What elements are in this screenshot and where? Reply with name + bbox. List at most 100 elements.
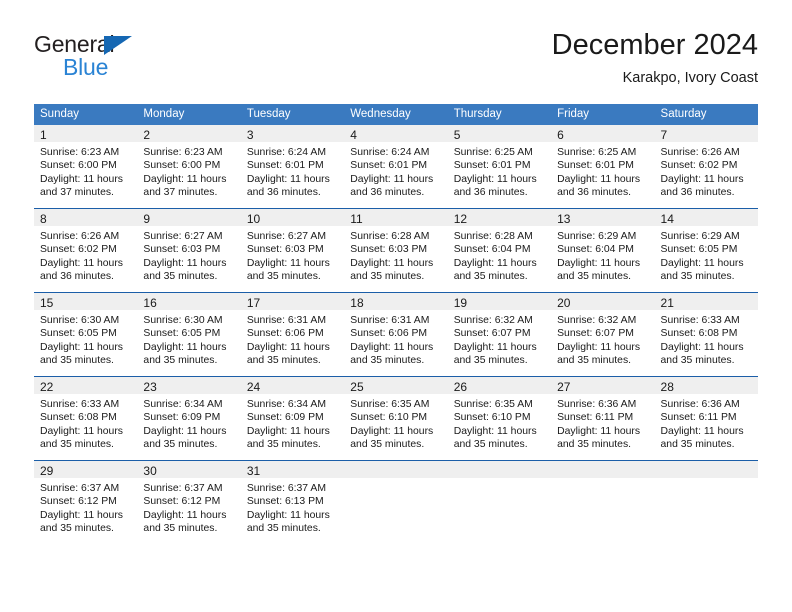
calendar-day-cell[interactable]: 6 Sunrise: 6:25 AM Sunset: 6:01 PM Daylight… — [551, 125, 655, 209]
day-cell-inner: 13 Sunrise: 6:29 AM Sunset: 6:04 PM Dayligh… — [551, 209, 655, 292]
day-detail-lines: Sunrise: 6:23 AM Sunset: 6:00 PM Daylight:… — [137, 142, 240, 200]
calendar-day-cell[interactable]: 7 Sunrise: 6:26 AM Sunset: 6:02 PM Daylight… — [654, 125, 758, 209]
day-number-band: 2 — [137, 125, 241, 142]
calendar-day-cell[interactable]: 9 Sunrise: 6:27 AM Sunset: 6:03 PM Daylight… — [137, 208, 241, 293]
calendar-day-cell[interactable]: 26 Sunrise: 6:35 AM Sunset: 6:10 PM Dayligh… — [447, 376, 552, 461]
sunset-line: Sunset: 6:01 PM — [453, 160, 531, 172]
calendar-day-cell[interactable]: 1 Sunrise: 6:23 AM Sunset: 6:00 PM Daylight… — [34, 125, 138, 209]
title-block: December 2024 Karakpo, Ivory Coast — [552, 28, 758, 88]
calendar-day-cell[interactable]: 12 Sunrise: 6:28 AM Sunset: 6:04 PM Dayligh… — [447, 208, 552, 293]
daylight-line-cont: and 35 minutes. — [143, 439, 218, 451]
sunrise-line: Sunrise: 6:34 AM — [143, 399, 223, 410]
day-number-band: 21 — [654, 293, 758, 310]
sunrise-line: Sunrise: 6:36 AM — [557, 399, 637, 410]
calendar-day-cell[interactable]: 20 Sunrise: 6:32 AM Sunset: 6:07 PM Dayligh… — [551, 292, 655, 377]
calendar-day-cell[interactable]: 16 Sunrise: 6:30 AM Sunset: 6:05 PM Dayligh… — [137, 292, 241, 377]
brand-logo[interactable]: General Blue — [34, 31, 234, 87]
day-number: 13 — [557, 212, 571, 226]
day-number-band: 16 — [137, 293, 241, 310]
calendar-day-cell[interactable]: 8 Sunrise: 6:26 AM Sunset: 6:02 PM Daylight… — [34, 208, 138, 293]
day-number-band: 22 — [34, 377, 138, 394]
day-number: 14 — [660, 212, 674, 226]
sunset-line: Sunset: 6:07 PM — [453, 328, 531, 340]
daylight-line: Daylight: 11 hours — [246, 173, 330, 185]
daylight-line: Daylight: 11 hours — [453, 173, 537, 185]
calendar-day-cell[interactable]: 25 Sunrise: 6:35 AM Sunset: 6:10 PM Dayligh… — [344, 376, 448, 461]
calendar-day-cell[interactable]: 28 Sunrise: 6:36 AM Sunset: 6:11 PM Dayligh… — [654, 376, 758, 461]
sunset-line: Sunset: 6:10 PM — [350, 412, 428, 424]
sunrise-line: Sunrise: 6:32 AM — [453, 315, 533, 326]
day-detail-lines — [551, 478, 654, 482]
calendar-day-cell[interactable]: 23 Sunrise: 6:34 AM Sunset: 6:09 PM Dayligh… — [137, 376, 241, 461]
daylight-line-cont: and 35 minutes. — [246, 355, 321, 367]
calendar-day-cell[interactable]: 18 Sunrise: 6:31 AM Sunset: 6:06 PM Dayligh… — [344, 292, 448, 377]
daylight-line: Daylight: 11 hours — [143, 173, 227, 185]
calendar-day-cell[interactable]: 15 Sunrise: 6:30 AM Sunset: 6:05 PM Dayligh… — [34, 292, 138, 377]
daylight-line-cont: and 35 minutes. — [246, 523, 321, 535]
day-cell-inner: 14 Sunrise: 6:29 AM Sunset: 6:05 PM Dayligh… — [654, 209, 758, 292]
day-cell-inner: 24 Sunrise: 6:34 AM Sunset: 6:09 PM Dayligh… — [240, 377, 345, 460]
calendar-day-cell[interactable]: 2 Sunrise: 6:23 AM Sunset: 6:00 PM Daylight… — [137, 125, 241, 209]
day-number: 17 — [246, 296, 261, 310]
day-number-band: 11 — [344, 209, 448, 226]
sunrise-line: Sunrise: 6:29 AM — [660, 231, 740, 242]
day-number-band: 4 — [344, 125, 448, 142]
page-header: General Blue December 2024 Karakpo, Ivor… — [0, 0, 792, 98]
calendar-week-row: 8 Sunrise: 6:26 AM Sunset: 6:02 PM Daylight… — [34, 208, 758, 293]
daylight-line-cont: and 35 minutes. — [557, 439, 632, 451]
daylight-line-cont: and 35 minutes. — [143, 271, 218, 283]
day-number: 24 — [246, 380, 261, 394]
day-number-band: 20 — [551, 293, 655, 310]
calendar-day-cell[interactable]: 11 Sunrise: 6:28 AM Sunset: 6:03 PM Dayligh… — [344, 208, 448, 293]
day-number-band: 26 — [447, 377, 552, 394]
calendar-day-cell[interactable]: 17 Sunrise: 6:31 AM Sunset: 6:06 PM Dayligh… — [240, 292, 345, 377]
day-detail-lines: Sunrise: 6:37 AM Sunset: 6:12 PM Daylight:… — [137, 478, 240, 536]
calendar-day-cell[interactable]: 31 Sunrise: 6:37 AM Sunset: 6:13 PM Dayligh… — [240, 460, 345, 544]
daylight-line-cont: and 35 minutes. — [453, 355, 528, 367]
calendar-day-cell[interactable]: 29 Sunrise: 6:37 AM Sunset: 6:12 PM Dayligh… — [34, 460, 138, 544]
day-cell-inner: 25 Sunrise: 6:35 AM Sunset: 6:10 PM Dayligh… — [344, 377, 448, 460]
calendar-day-cell[interactable]: 13 Sunrise: 6:29 AM Sunset: 6:04 PM Dayligh… — [551, 208, 655, 293]
sunrise-line: Sunrise: 6:33 AM — [660, 315, 740, 326]
day-cell-inner: 4 Sunrise: 6:24 AM Sunset: 6:01 PM Daylight… — [344, 125, 448, 208]
day-cell-inner: 22 Sunrise: 6:33 AM Sunset: 6:08 PM Dayligh… — [34, 377, 138, 460]
sunset-line: Sunset: 6:04 PM — [453, 244, 531, 256]
daylight-line: Daylight: 11 hours — [453, 425, 537, 437]
daylight-line: Daylight: 11 hours — [660, 257, 744, 269]
sunset-line: Sunset: 6:12 PM — [143, 496, 221, 508]
daylight-line-cont: and 35 minutes. — [453, 271, 528, 283]
day-number-band: 18 — [344, 293, 448, 310]
day-cell-inner: 28 Sunrise: 6:36 AM Sunset: 6:11 PM Dayligh… — [654, 377, 758, 460]
calendar-day-cell[interactable]: 21 Sunrise: 6:33 AM Sunset: 6:08 PM Dayligh… — [654, 292, 758, 377]
daylight-line-cont: and 35 minutes. — [660, 439, 735, 451]
page-subtitle: Karakpo, Ivory Coast — [622, 70, 758, 86]
calendar-day-cell[interactable]: 22 Sunrise: 6:33 AM Sunset: 6:08 PM Dayligh… — [34, 376, 138, 461]
sunset-line: Sunset: 6:04 PM — [557, 244, 634, 256]
calendar-day-cell[interactable]: 24 Sunrise: 6:34 AM Sunset: 6:09 PM Dayligh… — [240, 376, 345, 461]
calendar-day-cell[interactable]: 3 Sunrise: 6:24 AM Sunset: 6:01 PM Daylight… — [240, 125, 345, 209]
calendar-week-row: 15 Sunrise: 6:30 AM Sunset: 6:05 PM Dayligh… — [34, 292, 758, 377]
daylight-line-cont: and 36 minutes. — [453, 187, 528, 199]
day-number: 21 — [660, 296, 674, 310]
calendar-day-cell[interactable]: 27 Sunrise: 6:36 AM Sunset: 6:11 PM Dayligh… — [551, 376, 655, 461]
day-number: 16 — [143, 296, 157, 310]
day-detail-lines: Sunrise: 6:31 AM Sunset: 6:06 PM Daylight:… — [344, 310, 447, 368]
daylight-line: Daylight: 11 hours — [660, 425, 744, 437]
sunrise-line: Sunrise: 6:28 AM — [350, 231, 430, 242]
sunset-line: Sunset: 6:00 PM — [143, 160, 221, 172]
sunset-line: Sunset: 6:09 PM — [246, 412, 324, 424]
daylight-line: Daylight: 11 hours — [557, 425, 641, 437]
calendar-day-cell[interactable]: 5 Sunrise: 6:25 AM Sunset: 6:01 PM Daylight… — [447, 125, 552, 209]
day-number-band: 6 — [551, 125, 655, 142]
daylight-line: Daylight: 11 hours — [557, 173, 641, 185]
calendar-day-cell[interactable]: 14 Sunrise: 6:29 AM Sunset: 6:05 PM Dayligh… — [654, 208, 758, 293]
day-number-band: 13 — [551, 209, 655, 226]
day-cell-inner: 12 Sunrise: 6:28 AM Sunset: 6:04 PM Dayligh… — [447, 209, 552, 292]
calendar-day-cell[interactable]: 4 Sunrise: 6:24 AM Sunset: 6:01 PM Daylight… — [344, 125, 448, 209]
calendar-day-cell[interactable]: 10 Sunrise: 6:27 AM Sunset: 6:03 PM Dayligh… — [240, 208, 345, 293]
day-number: 11 — [350, 212, 363, 226]
calendar-day-cell[interactable]: 19 Sunrise: 6:32 AM Sunset: 6:07 PM Dayligh… — [447, 292, 552, 377]
day-detail-lines: Sunrise: 6:34 AM Sunset: 6:09 PM Daylight:… — [241, 394, 344, 452]
daylight-line: Daylight: 11 hours — [453, 341, 537, 353]
calendar-day-cell[interactable]: 30 Sunrise: 6:37 AM Sunset: 6:12 PM Dayligh… — [137, 460, 241, 544]
